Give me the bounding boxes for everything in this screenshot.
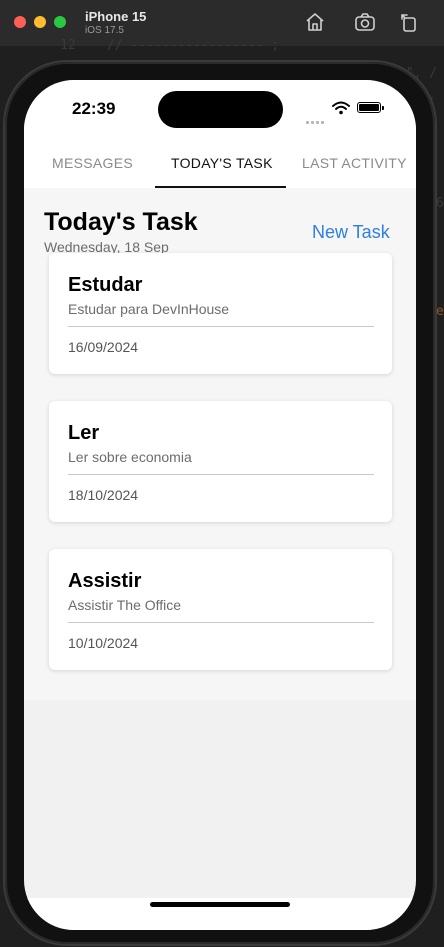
task-list-view: Today's Task Wednesday, 18 Sep New Task … xyxy=(24,188,416,700)
wifi-icon xyxy=(332,101,350,115)
status-time: 22:39 xyxy=(72,99,116,118)
task-title: Assistir xyxy=(68,570,142,592)
rotate-icon[interactable] xyxy=(398,11,420,33)
task-description: Assistir The Office xyxy=(68,597,182,613)
task-date: 18/10/2024 xyxy=(68,487,139,503)
screenshot-icon[interactable] xyxy=(354,11,376,33)
close-window-button[interactable] xyxy=(14,16,26,28)
home-indicator[interactable] xyxy=(150,902,290,907)
cellular-signal-icon xyxy=(306,111,326,129)
task-title: Estudar xyxy=(68,274,143,296)
task-description: Ler sobre economia xyxy=(68,449,192,465)
card-divider xyxy=(68,474,374,475)
task-card[interactable]: Ler Ler sobre economia 18/10/2024 xyxy=(49,401,392,522)
top-tab-bar: MESSAGES TODAY'S TASK LAST ACTIVITY xyxy=(24,136,416,189)
dynamic-island xyxy=(158,91,283,128)
task-title: Ler xyxy=(68,422,100,444)
home-icon[interactable] xyxy=(304,11,326,33)
tab-todays-task[interactable]: TODAY'S TASK xyxy=(171,155,273,171)
app-screen: 22:39 MESSAGES TODAY'S TASK LAST ACTIVIT… xyxy=(24,80,416,930)
tab-messages[interactable]: MESSAGES xyxy=(52,155,133,171)
zoom-window-button[interactable] xyxy=(54,16,66,28)
page-title: Today's Task xyxy=(44,208,198,236)
status-bar: 22:39 xyxy=(24,80,416,136)
task-date: 10/10/2024 xyxy=(68,635,139,651)
minimize-window-button[interactable] xyxy=(34,16,46,28)
task-card[interactable]: Estudar Estudar para DevInHouse 16/09/20… xyxy=(49,253,392,374)
tab-last-activity[interactable]: LAST ACTIVITY xyxy=(302,155,407,171)
battery-icon xyxy=(357,102,384,113)
home-indicator-area xyxy=(24,898,416,930)
task-description: Estudar para DevInHouse xyxy=(68,301,230,317)
new-task-button[interactable]: New Task xyxy=(312,222,390,243)
card-divider xyxy=(68,622,374,623)
task-card[interactable]: Assistir Assistir The Office 10/10/2024 xyxy=(49,549,392,670)
card-divider xyxy=(68,326,374,327)
simulator-os-version: iOS 17.5 xyxy=(85,25,124,36)
task-date: 16/09/2024 xyxy=(68,339,139,355)
simulator-device-name: iPhone 15 xyxy=(85,9,147,24)
